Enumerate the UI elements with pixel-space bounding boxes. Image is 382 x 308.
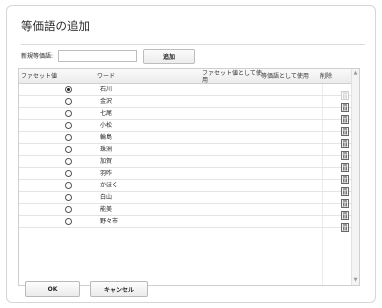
word-cell: 七尾 bbox=[100, 110, 113, 117]
column-header-word[interactable]: ワード bbox=[97, 69, 157, 84]
column-header-delete[interactable]: 削除 bbox=[320, 69, 340, 84]
title-divider bbox=[21, 44, 365, 45]
column-header-facet-value[interactable]: ファセット値 bbox=[21, 69, 81, 84]
column-header-use-as-synonym[interactable]: 等価語として使用 bbox=[261, 69, 321, 84]
trash-icon[interactable] bbox=[341, 133, 349, 148]
facet-value-radio[interactable] bbox=[65, 182, 72, 189]
table-row[interactable]: 輪島 bbox=[19, 132, 359, 148]
grid-scrollbar[interactable]: ▲ ▼ bbox=[351, 69, 359, 285]
table-row[interactable]: 白山 bbox=[19, 192, 359, 208]
cancel-button[interactable]: キャンセル bbox=[90, 281, 148, 297]
scroll-down-arrow-icon[interactable]: ▼ bbox=[353, 278, 358, 283]
column-header-use-as-facet[interactable]: ファセット値として使用 bbox=[202, 69, 262, 84]
scroll-up-arrow-icon[interactable]: ▲ bbox=[353, 71, 358, 76]
table-row[interactable]: 珠洲 bbox=[19, 144, 359, 160]
table-row[interactable]: 加賀 bbox=[19, 156, 359, 172]
table-row[interactable]: 金沢 bbox=[19, 96, 359, 112]
trash-icon[interactable] bbox=[341, 193, 349, 208]
table-row[interactable]: 能美 bbox=[19, 204, 359, 220]
facet-value-radio[interactable] bbox=[65, 146, 72, 153]
facet-value-radio[interactable] bbox=[65, 86, 72, 93]
word-cell: 石川 bbox=[100, 86, 113, 93]
new-synonym-label: 新規等価語: bbox=[21, 53, 54, 60]
word-cell: 羽咋 bbox=[100, 170, 113, 177]
trash-icon[interactable] bbox=[341, 97, 349, 112]
ok-button[interactable]: OK bbox=[25, 281, 80, 297]
word-cell: 小松 bbox=[100, 122, 113, 129]
facet-value-radio[interactable] bbox=[65, 158, 72, 165]
trash-icon[interactable] bbox=[341, 145, 349, 160]
word-cell: 珠洲 bbox=[100, 146, 113, 153]
word-cell: 白山 bbox=[100, 194, 113, 201]
dialog-title: 等価語の追加 bbox=[21, 19, 90, 33]
grid-header: ファセット値 ワード ファセット値として使用 等価語として使用 削除 bbox=[19, 69, 359, 84]
trash-icon[interactable] bbox=[341, 181, 349, 196]
table-row[interactable]: 小松 bbox=[19, 120, 359, 136]
trash-icon[interactable] bbox=[341, 121, 349, 136]
facet-value-radio[interactable] bbox=[65, 110, 72, 117]
word-cell: かほく bbox=[100, 182, 119, 189]
trash-icon[interactable] bbox=[341, 109, 349, 124]
trash-icon[interactable] bbox=[341, 205, 349, 220]
add-synonym-dialog: 等価語の追加 新規等価語: 追加 ファセット値 ワード ファセット値として使用 … bbox=[6, 5, 376, 303]
table-row[interactable]: 羽咋 bbox=[19, 168, 359, 184]
facet-value-radio[interactable] bbox=[65, 134, 72, 141]
facet-value-radio[interactable] bbox=[65, 170, 72, 177]
word-cell: 能美 bbox=[100, 206, 113, 213]
trash-icon bbox=[341, 85, 349, 100]
trash-icon[interactable] bbox=[341, 169, 349, 184]
table-row[interactable]: かほく bbox=[19, 180, 359, 196]
facet-value-radio[interactable] bbox=[65, 218, 72, 225]
table-row[interactable]: 野々市 bbox=[19, 216, 359, 232]
trash-icon[interactable] bbox=[341, 217, 349, 232]
grid-body: 石川金沢七尾小松輪島珠洲加賀羽咋かほく白山能美野々市 bbox=[19, 84, 359, 232]
trash-icon[interactable] bbox=[341, 157, 349, 172]
word-cell: 金沢 bbox=[100, 98, 113, 105]
facet-value-radio[interactable] bbox=[65, 194, 72, 201]
word-cell: 輪島 bbox=[100, 134, 113, 141]
synonym-grid: ファセット値 ワード ファセット値として使用 等価語として使用 削除 石川金沢七… bbox=[18, 68, 360, 286]
table-row[interactable]: 七尾 bbox=[19, 108, 359, 124]
facet-value-radio[interactable] bbox=[65, 122, 72, 129]
facet-value-radio[interactable] bbox=[65, 98, 72, 105]
add-button[interactable]: 追加 bbox=[143, 49, 195, 64]
table-row[interactable]: 石川 bbox=[19, 84, 359, 100]
word-cell: 加賀 bbox=[100, 158, 113, 165]
new-synonym-input[interactable] bbox=[58, 50, 137, 62]
word-cell: 野々市 bbox=[100, 218, 119, 225]
facet-value-radio[interactable] bbox=[65, 206, 72, 213]
